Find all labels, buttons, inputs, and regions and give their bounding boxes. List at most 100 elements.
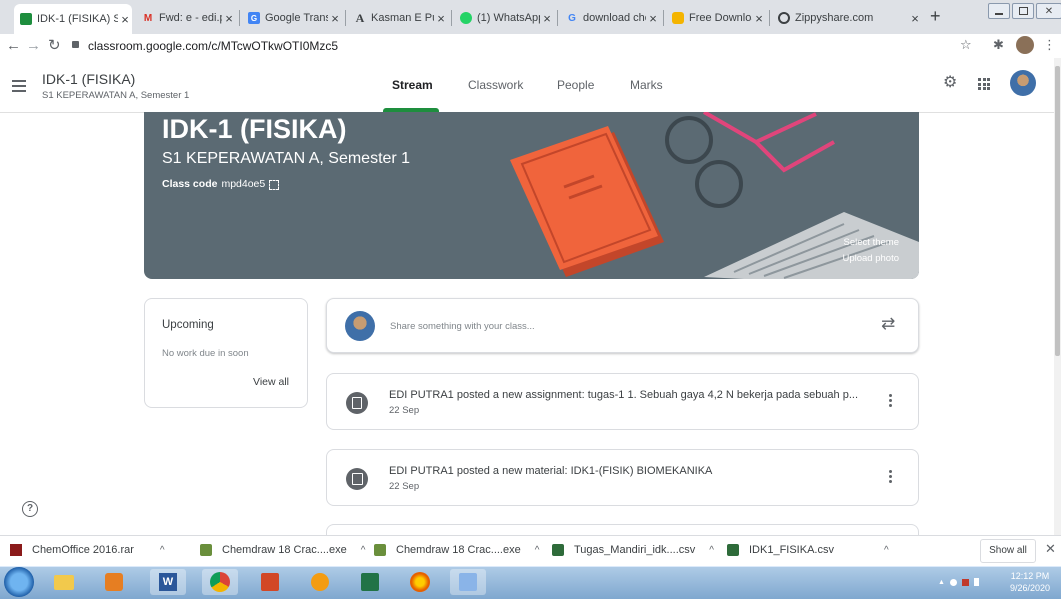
download-item[interactable]: Tugas_Mandiri_idk....csv ^ xyxy=(552,544,714,556)
repost-icon[interactable]: ⇄ xyxy=(881,314,895,334)
upcoming-status: No work due in soon xyxy=(162,348,249,359)
close-tab-icon[interactable]: × xyxy=(434,11,448,26)
excel-icon[interactable] xyxy=(352,569,388,595)
post-text: EDI PUTRA1 posted a new material: IDK1-(… xyxy=(389,465,713,477)
hamburger-menu-icon[interactable] xyxy=(12,80,26,92)
material-icon xyxy=(346,468,368,490)
file-explorer-icon[interactable] xyxy=(46,569,82,595)
close-tab-icon[interactable]: × xyxy=(908,11,922,26)
chevron-up-icon[interactable]: ^ xyxy=(884,545,889,556)
browser-tab-google-search[interactable]: G download chen × xyxy=(560,6,660,30)
network-icon[interactable] xyxy=(961,578,969,586)
view-all-link[interactable]: View all xyxy=(253,376,289,388)
browser-menu-icon[interactable]: ⋮ xyxy=(1043,37,1056,53)
orange-app-icon[interactable] xyxy=(302,569,338,595)
chrome-icon[interactable] xyxy=(202,569,238,595)
assignment-icon xyxy=(346,392,368,414)
battery-icon[interactable] xyxy=(973,578,979,586)
download-filename: Tugas_Mandiri_idk....csv xyxy=(574,544,696,556)
media-player-icon[interactable] xyxy=(96,569,132,595)
forward-button[interactable]: → xyxy=(26,37,41,54)
upcoming-title: Upcoming xyxy=(162,319,214,331)
exe-file-icon xyxy=(374,544,386,556)
gmail-icon: M xyxy=(143,12,153,24)
close-tab-icon[interactable]: × xyxy=(646,11,660,26)
apps-grid-icon[interactable] xyxy=(978,78,990,90)
upload-photo-link[interactable]: Upload photo xyxy=(804,253,899,264)
download-filename: ChemOffice 2016.rar xyxy=(32,544,134,556)
chevron-up-icon[interactable]: ^ xyxy=(361,545,366,556)
browser-tab-zippyshare[interactable]: Zippyshare.com × xyxy=(772,6,922,30)
select-theme-link[interactable]: Select theme xyxy=(804,237,899,248)
extensions-icon[interactable]: ✱ xyxy=(993,37,1004,53)
chevron-up-icon[interactable]: ^ xyxy=(709,545,714,556)
start-button[interactable] xyxy=(4,567,34,597)
post-menu-icon[interactable] xyxy=(889,470,893,483)
minimize-button[interactable] xyxy=(988,3,1010,19)
download-site-icon xyxy=(672,12,684,24)
close-tab-icon[interactable]: × xyxy=(222,11,236,26)
classroom-header: IDK-1 (FISIKA) S1 KEPERAWATAN A, Semeste… xyxy=(0,58,1061,113)
fullscreen-icon[interactable] xyxy=(269,180,280,190)
volume-icon[interactable] xyxy=(949,578,957,586)
share-box[interactable]: Share something with your class... ⇄ xyxy=(326,298,919,353)
back-button[interactable]: ← xyxy=(6,37,21,54)
csv-file-icon xyxy=(552,544,564,556)
classroom-icon xyxy=(20,13,32,25)
new-tab-button[interactable]: + xyxy=(930,6,941,27)
taskbar-clock[interactable]: 12:12 PM 9/26/2020 xyxy=(1004,570,1056,594)
show-all-button[interactable]: Show all xyxy=(980,539,1036,563)
reload-button[interactable]: ↻ xyxy=(48,36,61,54)
stream-post[interactable]: EDI PUTRA1 posted a new material: IDK1-(… xyxy=(326,449,919,506)
class-code-value: mpd4oe5 xyxy=(221,178,266,190)
tab-people[interactable]: People xyxy=(557,78,594,92)
book-illustration xyxy=(510,126,664,277)
chevron-up-icon[interactable]: ^ xyxy=(160,545,165,556)
browser-tab-academia[interactable]: A Kasman E Putr: × xyxy=(348,6,448,30)
browser-tab-translate[interactable]: G Google Transla × xyxy=(242,6,342,30)
browser-tab-whatsapp[interactable]: (1) WhatsApp × xyxy=(454,6,554,30)
powerpoint-icon[interactable] xyxy=(252,569,288,595)
close-shelf-icon[interactable]: ✕ xyxy=(1045,541,1056,557)
tab-title: Kasman E Putr: xyxy=(371,12,434,24)
stream-post[interactable]: EDI PUTRA1 posted a new assignment: tuga… xyxy=(326,373,919,430)
tab-marks[interactable]: Marks xyxy=(630,78,663,92)
close-tab-icon[interactable]: × xyxy=(540,11,554,26)
word-icon[interactable]: W xyxy=(150,569,186,595)
browser-tab-classroom[interactable]: IDK-1 (FISIKA) S × xyxy=(14,4,132,34)
user-avatar[interactable] xyxy=(1010,70,1036,96)
page-scrollbar[interactable] xyxy=(1054,58,1061,535)
help-icon[interactable]: ? xyxy=(22,501,38,517)
upcoming-card: Upcoming No work due in soon View all xyxy=(144,298,308,408)
tab-title: download chen xyxy=(583,12,646,24)
address-bar[interactable]: classroom.google.com/c/MTcwOTkwOTI0Mzc5 xyxy=(88,36,988,56)
banner-class-title: IDK-1 (FISIKA) xyxy=(162,114,347,144)
tray-expand-icon[interactable]: ▲ xyxy=(938,579,945,586)
firefox-icon[interactable] xyxy=(402,569,438,595)
class-code-label: Class code xyxy=(162,178,218,190)
browser-tab-gmail[interactable]: M Fwd: e - edi.put × xyxy=(136,6,236,30)
close-tab-icon[interactable]: × xyxy=(752,11,766,26)
class-name[interactable]: IDK-1 (FISIKA) xyxy=(42,71,135,87)
profile-avatar[interactable] xyxy=(1016,36,1034,54)
close-tab-icon[interactable]: × xyxy=(328,11,342,26)
restore-button[interactable] xyxy=(1012,3,1034,19)
scrollbar-thumb[interactable] xyxy=(1055,66,1060,356)
tab-classwork[interactable]: Classwork xyxy=(468,78,523,92)
glasses-illustration xyxy=(665,112,835,208)
post-menu-icon[interactable] xyxy=(889,394,893,407)
tab-stream[interactable]: Stream xyxy=(392,78,433,92)
tab-title: Google Transla xyxy=(265,12,328,24)
close-tab-icon[interactable]: × xyxy=(118,12,132,27)
download-item[interactable]: ChemOffice 2016.rar ^ xyxy=(10,544,165,556)
paint-icon[interactable] xyxy=(450,569,486,595)
download-item[interactable]: IDK1_FISIKA.csv ^ xyxy=(727,544,889,556)
download-filename: Chemdraw 18 Crac....exe xyxy=(222,544,347,556)
chevron-up-icon[interactable]: ^ xyxy=(535,545,540,556)
settings-gear-icon[interactable]: ⚙ xyxy=(943,75,959,91)
google-icon: G xyxy=(568,12,576,24)
download-item[interactable]: Chemdraw 18 Crac....exe ^ xyxy=(200,544,365,556)
download-item[interactable]: Chemdraw 18 Crac....exe ^ xyxy=(374,544,539,556)
browser-tab-free-download[interactable]: Free Download × xyxy=(666,6,766,30)
close-window-button[interactable]: ✕ xyxy=(1036,3,1061,19)
